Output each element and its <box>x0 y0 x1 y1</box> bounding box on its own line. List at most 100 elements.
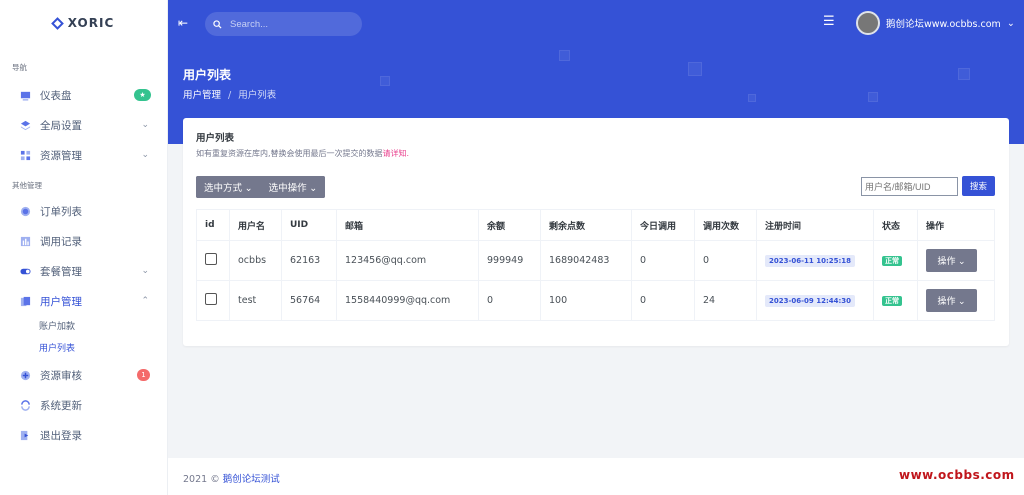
user-list-card: 用户列表 如有重复资源在库内,替换会使用最后一次提交的数据请详知. 选中方式 ⌄… <box>183 118 1009 346</box>
footer: 2021 © 鹅创论坛测试 www.ocbbs.com <box>168 458 1024 495</box>
card-description-link[interactable]: 请详知. <box>383 149 410 158</box>
cell-uid: 62163 <box>281 240 337 281</box>
select-mode-label: 选中方式 <box>204 183 243 194</box>
user-menu[interactable]: 鹅创论坛www.ocbbs.com ⌄ <box>856 11 1015 35</box>
toggle-icon <box>20 268 31 274</box>
cell-username: test <box>229 280 282 321</box>
select-action-button[interactable]: 选中操作 ⌄ <box>260 176 326 198</box>
col-action: 操作 <box>917 209 995 241</box>
cell-points: 1689042483 <box>540 240 632 281</box>
row-action-button[interactable]: 操作 ⌄ <box>926 249 977 272</box>
col-call-count: 调用次数 <box>694 209 757 241</box>
decor-square <box>688 62 702 76</box>
select-mode-button[interactable]: 选中方式 ⌄ <box>196 176 261 198</box>
grid-icon <box>20 150 31 160</box>
row-checkbox-cell <box>196 280 230 321</box>
breadcrumb-parent[interactable]: 用户管理 <box>183 90 221 101</box>
avatar <box>856 11 880 35</box>
col-email: 邮箱 <box>336 209 479 241</box>
refresh-icon <box>21 399 30 411</box>
decor-square <box>748 94 756 102</box>
col-id: id <box>196 209 230 241</box>
chevron-down-icon: ⌄ <box>141 150 149 160</box>
cell-reg-time: 2023-06-11 10:25:18 <box>756 240 874 281</box>
col-uid: UID <box>281 209 337 241</box>
search-box[interactable] <box>205 12 362 36</box>
search-button[interactable]: 搜索 <box>962 176 995 196</box>
cell-status: 正常 <box>873 280 918 321</box>
breadcrumb-separator: / <box>228 90 232 101</box>
reg-time-badge: 2023-06-11 10:25:18 <box>765 255 856 267</box>
sidebar-item-label: 系统更新 <box>40 399 82 412</box>
row-action-button[interactable]: 操作 ⌄ <box>926 289 977 312</box>
chevron-down-icon: ⌄ <box>141 120 149 130</box>
sidebar-item-label: 退出登录 <box>40 429 82 442</box>
sidebar-item-label: 资源管理 <box>40 149 82 162</box>
card-description: 如有重复资源在库内,替换会使用最后一次提交的数据请详知. <box>196 148 409 159</box>
col-today-calls: 今日调用 <box>631 209 695 241</box>
breadcrumb-current: 用户列表 <box>238 90 277 101</box>
col-points: 剩余点数 <box>540 209 632 241</box>
cell-today-calls: 0 <box>631 280 695 321</box>
cell-points: 100 <box>540 280 632 321</box>
sidebar-item-call-logs[interactable]: 调用记录 <box>0 226 167 256</box>
col-status: 状态 <box>873 209 918 241</box>
cell-today-calls: 0 <box>631 240 695 281</box>
chevron-down-icon: ⌄ <box>957 256 966 266</box>
user-table: id 用户名 UID 邮箱 余额 剩余点数 今日调用 调用次数 注册时间 状态 … <box>196 209 995 321</box>
username: 鹅创论坛www.ocbbs.com <box>886 19 1001 30</box>
sidebar-item-label: 调用记录 <box>40 235 82 248</box>
chevron-down-icon: ⌄ <box>957 296 966 306</box>
sidebar-item-dashboard[interactable]: 仪表盘 ★ <box>0 80 167 110</box>
cell-action: 操作 ⌄ <box>917 240 995 281</box>
sidebar: XORIC 导航 仪表盘 ★ 全局设置 ⌄ 资源管理 ⌄ 其他管理 订单列表 调… <box>0 0 168 495</box>
chevron-down-icon: ⌄ <box>244 183 253 194</box>
cell-reg-time: 2023-06-09 12:44:30 <box>756 280 874 321</box>
cell-action: 操作 ⌄ <box>917 280 995 321</box>
row-checkbox[interactable] <box>205 253 217 265</box>
page-title: 用户列表 <box>183 68 232 82</box>
sidebar-subitem-recharge[interactable]: 账户加款 <box>0 316 167 338</box>
sidebar-item-label: 资源审核 <box>40 369 82 382</box>
sidebar-item-label: 订单列表 <box>40 205 82 218</box>
select-action-label: 选中操作 <box>268 183 307 194</box>
sidebar-item-update[interactable]: 系统更新 <box>0 390 167 420</box>
menu-toggle-icon[interactable]: ⇤ <box>178 16 188 30</box>
dashboard-badge: ★ <box>134 89 151 101</box>
footer-link[interactable]: 鹅创论坛测试 <box>223 474 280 485</box>
cell-email: 123456@qq.com <box>336 240 479 281</box>
sidebar-item-global-settings[interactable]: 全局设置 ⌄ <box>0 110 167 140</box>
user-search-input[interactable] <box>861 177 958 196</box>
decor-square <box>559 50 570 61</box>
decor-square <box>958 68 970 80</box>
layers-icon <box>20 120 31 130</box>
cell-call-count: 0 <box>694 240 757 281</box>
sidebar-item-logout[interactable]: 退出登录 <box>0 420 167 450</box>
sidebar-item-review[interactable]: 资源审核 1 <box>0 360 167 390</box>
table-row: ocbbs 62163 123456@qq.com 999949 1689042… <box>196 240 995 281</box>
sidebar-item-users[interactable]: 用户管理 ⌃ <box>0 286 167 316</box>
cell-balance: 999949 <box>478 240 541 281</box>
plus-circle-icon <box>20 370 31 380</box>
sidebar-item-orders[interactable]: 订单列表 <box>0 196 167 226</box>
row-checkbox[interactable] <box>205 293 217 305</box>
col-username: 用户名 <box>229 209 282 241</box>
chevron-down-icon: ⌄ <box>141 266 149 276</box>
sidebar-subitem-user-list[interactable]: 用户列表 <box>0 338 167 360</box>
decor-square <box>868 92 878 102</box>
review-badge: 1 <box>137 369 150 381</box>
reg-time-badge: 2023-06-09 12:44:30 <box>765 295 856 307</box>
footer-year: 2021 © <box>183 474 220 485</box>
logo[interactable]: XORIC <box>0 0 167 46</box>
sidebar-item-label: 套餐管理 <box>40 265 82 278</box>
sidebar-item-resources[interactable]: 资源管理 ⌄ <box>0 140 167 170</box>
row-action-label: 操作 <box>937 256 956 266</box>
table-header-row: id 用户名 UID 邮箱 余额 剩余点数 今日调用 调用次数 注册时间 状态 … <box>196 209 995 241</box>
search-input[interactable] <box>230 18 350 30</box>
chevron-up-icon: ⌃ <box>141 296 149 306</box>
breadcrumb: 用户管理 / 用户列表 <box>183 87 276 101</box>
monitor-icon <box>20 91 31 101</box>
sidebar-item-label: 全局设置 <box>40 119 82 132</box>
sidebar-item-plans[interactable]: 套餐管理 ⌄ <box>0 256 167 286</box>
settings-sliders-icon[interactable]: ☰ <box>823 14 835 29</box>
